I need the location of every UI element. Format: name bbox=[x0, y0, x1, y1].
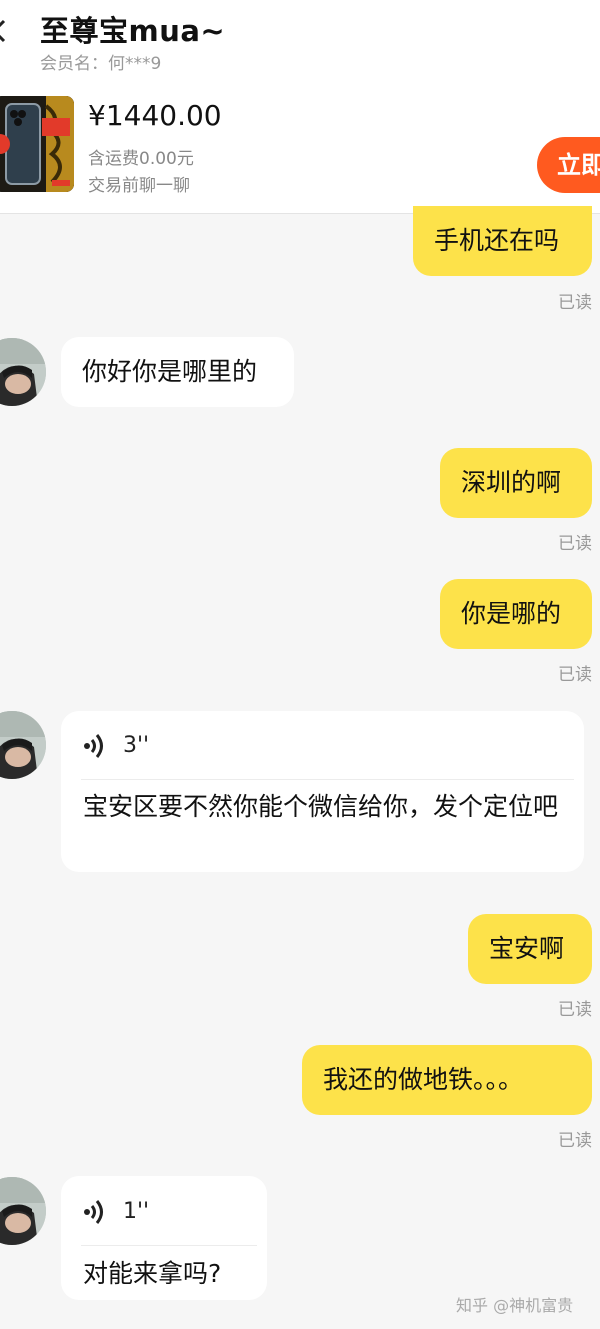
back-chevron-icon[interactable] bbox=[0, 18, 12, 44]
product-thumbnail[interactable] bbox=[0, 96, 74, 192]
voice-transcript: 对能来拿吗? bbox=[83, 1259, 222, 1288]
divider bbox=[81, 779, 574, 780]
product-price: ¥1440.00 bbox=[88, 99, 222, 132]
voice-wave-icon bbox=[84, 1200, 103, 1224]
member-name: 会员名：何***9 bbox=[40, 54, 162, 74]
shipping-fee: 含运费0.00元 bbox=[88, 149, 194, 169]
read-receipt: 已读 bbox=[558, 1131, 592, 1151]
chat-header: 至尊宝mua~ 会员名：何***9 ¥1440.00 含运费0.00元 交易前聊… bbox=[0, 0, 600, 214]
avatar[interactable] bbox=[0, 1177, 46, 1245]
message-text: 你好你是哪里的 bbox=[82, 357, 258, 386]
contact-name: 至尊宝mua~ bbox=[40, 14, 226, 48]
watermark: 知乎 @神机富贵 bbox=[456, 1296, 574, 1315]
voice-message-bubble[interactable]: 3'' 宝安区要不然你能个微信给你，发个定位吧 bbox=[61, 711, 584, 872]
read-receipt: 已读 bbox=[558, 534, 592, 554]
message-text: 你是哪的 bbox=[461, 599, 562, 628]
divider bbox=[81, 1245, 257, 1246]
message-text: 我还的做地铁。。。 bbox=[323, 1065, 524, 1094]
voice-transcript: 宝安区要不然你能个微信给你，发个定位吧 bbox=[83, 792, 559, 821]
read-receipt: 已读 bbox=[558, 293, 592, 313]
message-bubble-sent[interactable]: 宝安啊 bbox=[468, 914, 592, 984]
voice-player[interactable]: 1'' bbox=[83, 1195, 149, 1229]
message-text: 宝安啊 bbox=[489, 934, 565, 963]
voice-wave-icon bbox=[84, 734, 103, 758]
buy-now-button[interactable]: 立即 bbox=[537, 137, 600, 193]
message-bubble-sent[interactable]: 我还的做地铁。。。 bbox=[302, 1045, 592, 1115]
voice-player[interactable]: 3'' bbox=[83, 729, 149, 763]
read-receipt: 已读 bbox=[558, 1000, 592, 1020]
chat-prompt: 交易前聊一聊 bbox=[88, 176, 190, 196]
message-bubble-sent[interactable]: 手机还在吗 bbox=[413, 206, 592, 276]
message-bubble-received[interactable]: 你好你是哪里的 bbox=[61, 337, 294, 407]
voice-duration: 3'' bbox=[123, 733, 150, 758]
message-bubble-sent[interactable]: 深圳的啊 bbox=[440, 448, 592, 518]
message-text: 手机还在吗 bbox=[434, 226, 560, 255]
message-text: 深圳的啊 bbox=[461, 468, 562, 497]
avatar[interactable] bbox=[0, 711, 46, 779]
voice-duration: 1'' bbox=[123, 1199, 150, 1224]
read-receipt: 已读 bbox=[558, 665, 592, 685]
message-bubble-sent[interactable]: 你是哪的 bbox=[440, 579, 592, 649]
avatar[interactable] bbox=[0, 338, 46, 406]
voice-message-bubble[interactable]: 1'' 对能来拿吗? bbox=[61, 1176, 267, 1300]
